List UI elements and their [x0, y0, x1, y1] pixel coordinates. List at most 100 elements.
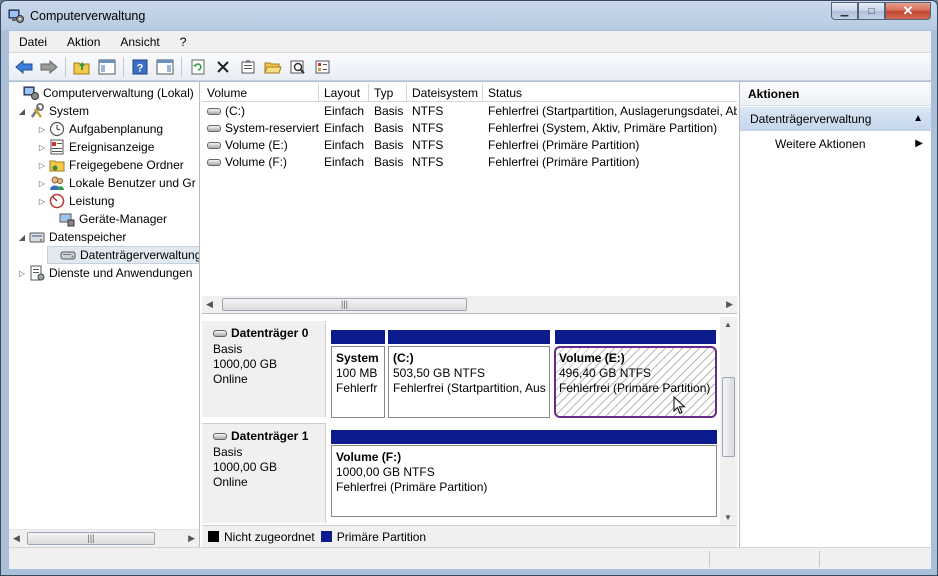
volume-name: Volume (E:)	[225, 138, 288, 152]
partition-e-selected[interactable]: Volume (E:) 496,40 GB NTFS Fehlerfrei (Pri…	[554, 330, 717, 418]
scroll-right-icon[interactable]: ▶	[188, 533, 195, 544]
menu-aktion[interactable]: Aktion	[57, 35, 110, 49]
rescan-button[interactable]	[287, 56, 309, 78]
status-divider	[819, 551, 820, 567]
refresh-button[interactable]	[187, 56, 209, 78]
disk-icon	[213, 330, 227, 338]
show-hide-tree-button[interactable]	[96, 56, 118, 78]
tree-task-scheduler[interactable]: ▷ Aufgabenplanung	[37, 120, 163, 138]
primary-partition-band	[388, 330, 550, 344]
tree-services-apps[interactable]: ▷ Dienste und Anwendungen	[17, 264, 192, 282]
computer-management-icon	[23, 86, 39, 100]
tree-shared-folders[interactable]: ▷ Freigegebene Ordner	[37, 156, 184, 174]
delete-button[interactable]	[212, 56, 234, 78]
scroll-left-icon[interactable]: ◀	[206, 299, 213, 310]
maximize-button[interactable]: □	[858, 2, 885, 20]
scroll-left-icon[interactable]: ◀	[13, 533, 20, 544]
more-actions-item[interactable]: Weitere Aktionen ▶	[740, 133, 931, 155]
volume-name: System-reserviert	[225, 121, 319, 135]
expand-arrow-icon[interactable]: ▷	[17, 269, 27, 278]
partition-c[interactable]: (C:) 503,50 GB NTFS Fehlerfrei (Startparti…	[388, 330, 550, 418]
tree-disk-management[interactable]: Datenträgerverwaltung	[47, 246, 199, 264]
expand-arrow-icon[interactable]: ▷	[37, 143, 47, 152]
actions-section-disk-management[interactable]: Datenträgerverwaltung ▲	[740, 107, 931, 131]
column-header-volume[interactable]: Volume	[202, 84, 319, 102]
partition-name: (C:)	[393, 351, 414, 365]
expand-arrow-icon[interactable]: ▷	[37, 197, 47, 206]
actions-pane: Aktionen Datenträgerverwaltung ▲ Weitere…	[739, 82, 931, 547]
tree-local-users[interactable]: ▷ Lokale Benutzer und Gr	[37, 174, 196, 192]
unallocated-swatch	[208, 531, 219, 542]
collapse-triangle-icon[interactable]: ▲	[913, 107, 923, 131]
partition-status: Fehlerfrei (Startpartition, Aus	[393, 381, 546, 395]
minimize-button[interactable]: ▁	[831, 2, 858, 20]
scroll-up-icon[interactable]: ▲	[724, 320, 732, 329]
volume-type: Basis	[374, 104, 404, 118]
scroll-right-icon[interactable]: ▶	[726, 299, 733, 310]
menu-help[interactable]: ?	[170, 35, 197, 49]
menu-datei[interactable]: Datei	[9, 35, 57, 49]
partition-f[interactable]: Volume (F:) 1000,00 GB NTFS Fehlerfrei (Pr…	[331, 430, 717, 517]
volume-layout: Einfach	[324, 155, 365, 169]
volume-row[interactable]: Volume (E:) Einfach Basis NTFS Fehlerfre…	[202, 137, 737, 154]
check-properties-button[interactable]	[312, 56, 334, 78]
expand-arrow-icon[interactable]: ▷	[37, 161, 47, 170]
tree-system[interactable]: ◢ System	[17, 102, 89, 120]
svg-text:?: ?	[137, 62, 144, 74]
column-header-layout[interactable]: Layout	[319, 84, 369, 102]
volume-list-horizontal-scrollbar[interactable]: ◀ ||| ▶	[202, 296, 737, 313]
tree-label: Lokale Benutzer und Gr	[69, 176, 196, 190]
tree-root[interactable]: Computerverwaltung (Lokal)	[11, 84, 194, 102]
volume-row[interactable]: Volume (F:) Einfach Basis NTFS Fehlerfre…	[202, 154, 737, 171]
open-button[interactable]	[262, 56, 284, 78]
scroll-down-icon[interactable]: ▼	[724, 513, 732, 522]
help-button[interactable]: ?	[129, 56, 151, 78]
disk-view-scroll-thumb[interactable]	[722, 377, 735, 457]
disk-1-info[interactable]: Datenträger 1 Basis 1000,00 GB Online	[202, 423, 326, 523]
partition-status: Fehlerfrei (Primäre Partition)	[559, 381, 711, 395]
tree-device-manager[interactable]: Geräte-Manager	[47, 210, 167, 228]
tree-event-viewer[interactable]: ▷ Ereignisanzeige	[37, 138, 154, 156]
tree-scroll-thumb[interactable]: |||	[27, 532, 155, 545]
volume-status: Fehlerfrei (Primäre Partition)	[488, 155, 640, 169]
partition-status: Fehlerfrei (Primäre Partition)	[336, 480, 488, 494]
disk-0-type: Basis	[213, 342, 243, 356]
tree-label: Dienste und Anwendungen	[49, 266, 193, 280]
expand-arrow-icon[interactable]: ▷	[37, 179, 47, 188]
back-button[interactable]	[13, 56, 35, 78]
disk-view-vertical-scrollbar[interactable]: ▲ ▼	[720, 317, 737, 525]
tree-label: Freigegebene Ordner	[69, 158, 184, 172]
volume-icon	[207, 142, 221, 150]
menu-ansicht[interactable]: Ansicht	[110, 35, 169, 49]
volume-filesystem: NTFS	[412, 155, 444, 169]
partition-size: 100 MB	[336, 366, 378, 380]
partition-status: Fehlerfr	[336, 381, 378, 395]
tree-horizontal-scrollbar[interactable]: ◀ ||| ▶	[9, 529, 199, 547]
tree-storage[interactable]: ◢ Datenspeicher	[17, 228, 126, 246]
volume-row[interactable]: (C:) Einfach Basis NTFS Fehlerfrei (Star…	[202, 103, 737, 120]
disk-0-info[interactable]: Datenträger 0 Basis 1000,00 GB Online	[202, 321, 326, 417]
expand-arrow-icon[interactable]: ▷	[37, 125, 47, 134]
column-header-filesystem[interactable]: Dateisystem	[407, 84, 483, 102]
show-hide-action-button[interactable]	[154, 56, 176, 78]
computer-management-icon	[8, 9, 24, 23]
collapse-arrow-icon[interactable]: ◢	[17, 233, 27, 242]
disk-0-name: Datenträger 0	[231, 326, 309, 340]
volume-list-scroll-thumb[interactable]: |||	[222, 298, 467, 311]
up-button[interactable]	[71, 56, 93, 78]
forward-button[interactable]	[38, 56, 60, 78]
tree-system-label: System	[49, 104, 90, 118]
partition-system-reserved[interactable]: System 100 MB Fehlerfr	[331, 330, 385, 418]
help-icon: ?	[132, 59, 148, 74]
volume-type: Basis	[374, 155, 404, 169]
column-header-status[interactable]: Status	[483, 84, 737, 102]
title-bar[interactable]: Computerverwaltung ▁ □ ✕	[1, 1, 937, 31]
tree-performance[interactable]: ▷ Leistung	[37, 192, 114, 210]
collapse-arrow-icon[interactable]: ◢	[17, 107, 27, 116]
volume-icon	[207, 108, 221, 116]
properties-button[interactable]	[237, 56, 259, 78]
volume-status: Fehlerfrei (System, Aktiv, Primäre Parti…	[488, 121, 718, 135]
column-header-type[interactable]: Typ	[369, 84, 407, 102]
close-button[interactable]: ✕	[885, 2, 931, 20]
volume-row[interactable]: System-reserviert Einfach Basis NTFS Feh…	[202, 120, 737, 137]
